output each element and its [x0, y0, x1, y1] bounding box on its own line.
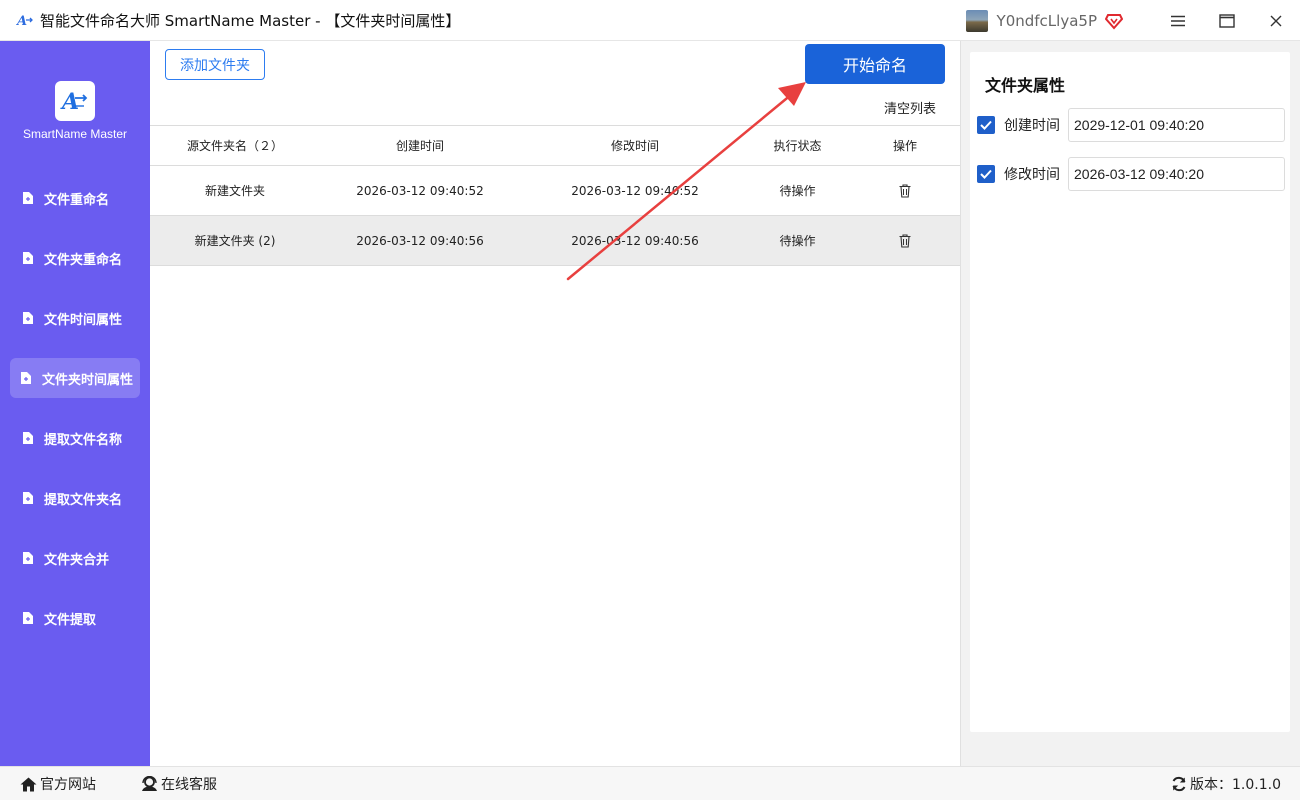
- document-icon: [21, 372, 31, 384]
- modified-time-input[interactable]: [1068, 157, 1285, 191]
- modified-time: 2026-03-12 09:40:56: [571, 233, 699, 248]
- modified-time-label: 修改时间: [1004, 167, 1060, 183]
- folder-name: 新建文件夹: [204, 184, 265, 198]
- status-text: 待操作: [779, 234, 816, 248]
- avatar[interactable]: [965, 9, 988, 32]
- sidebar-item-extract-folder-names[interactable]: 提取文件夹名: [10, 478, 140, 518]
- document-icon: [23, 432, 33, 444]
- created-time-row: 创建时间: [977, 108, 1287, 142]
- version-label: 版本：1.0.1.0: [1190, 777, 1281, 793]
- created-time-label: 创建时间: [1004, 118, 1060, 134]
- sidebar-item-label: 文件夹重命名: [44, 252, 123, 268]
- modified-time: 2026-03-12 09:40:52: [571, 183, 699, 198]
- add-folder-button[interactable]: 添加文件夹: [165, 49, 265, 80]
- refresh-icon: [1172, 776, 1186, 792]
- document-icon: [23, 612, 33, 624]
- online-support-link[interactable]: 在线客服: [141, 767, 217, 800]
- online-support-label: 在线客服: [161, 777, 217, 793]
- delete-icon[interactable]: [845, 166, 965, 215]
- sidebar-item-file-extract[interactable]: 文件提取: [10, 598, 140, 638]
- panel-title: 文件夹属性: [985, 76, 1066, 95]
- start-rename-button[interactable]: 开始命名: [805, 44, 945, 84]
- app-logo-icon: A: [55, 81, 95, 121]
- created-time-checkbox[interactable]: [977, 116, 995, 134]
- column-header-name[interactable]: 源文件夹名（２）: [150, 126, 320, 165]
- svg-text:A: A: [16, 14, 27, 29]
- document-icon: [23, 312, 33, 324]
- sidebar-item-extract-file-names[interactable]: 提取文件名称: [10, 418, 140, 458]
- column-header-modified[interactable]: 修改时间: [520, 126, 750, 165]
- sidebar-brand: SmartName Master: [22, 127, 128, 141]
- official-website-label: 官方网站: [40, 777, 96, 793]
- document-icon: [23, 492, 33, 504]
- created-time: 2026-03-12 09:40:56: [356, 233, 484, 248]
- created-time: 2026-03-12 09:40:52: [356, 183, 484, 198]
- sidebar-item-label: 文件重命名: [44, 192, 110, 208]
- sidebar-item-label: 文件提取: [44, 612, 97, 628]
- sidebar: A SmartName Master 文件重命名 文件夹重命名 文件时间属性 文…: [0, 41, 150, 766]
- maximize-icon[interactable]: [1202, 0, 1251, 41]
- sidebar-item-label: 提取文件夹名: [44, 492, 123, 508]
- svg-text:A: A: [60, 89, 79, 115]
- sidebar-item-label: 文件夹合并: [44, 552, 110, 568]
- status-text: 待操作: [779, 184, 816, 198]
- menu-icon[interactable]: [1153, 0, 1202, 41]
- column-header-status[interactable]: 执行状态: [750, 126, 845, 165]
- column-header-action[interactable]: 操作: [845, 126, 965, 165]
- sidebar-item-folder-rename[interactable]: 文件夹重命名: [10, 238, 140, 278]
- home-icon: [20, 777, 37, 791]
- document-icon: [23, 552, 33, 564]
- window-title: 智能文件命名大师 SmartName Master - 【文件夹时间属性】: [40, 11, 461, 30]
- vip-diamond-icon[interactable]: [1105, 12, 1123, 30]
- table-row[interactable]: 新建文件夹 (2) 2026-03-12 09:40:56 2026-03-12…: [150, 216, 960, 266]
- document-icon: [23, 192, 33, 204]
- table-row[interactable]: 新建文件夹 2026-03-12 09:40:52 2026-03-12 09:…: [150, 166, 960, 216]
- app-logo-icon: A: [16, 11, 34, 29]
- sidebar-item-file-rename[interactable]: 文件重命名: [10, 178, 140, 218]
- sidebar-item-folder-time[interactable]: 文件夹时间属性: [10, 358, 140, 398]
- username[interactable]: Y0ndfcLlya5P: [997, 12, 1097, 30]
- version-info[interactable]: 版本：1.0.1.0: [1171, 767, 1281, 800]
- sidebar-item-label: 文件夹时间属性: [42, 372, 134, 388]
- close-icon[interactable]: [1251, 0, 1300, 41]
- folder-name: 新建文件夹 (2): [194, 234, 276, 248]
- modified-time-row: 修改时间: [977, 157, 1287, 191]
- document-icon: [23, 252, 33, 264]
- main-content: 添加文件夹 开始命名 清空列表 源文件夹名（２） 创建时间 修改时间 执行状态 …: [150, 41, 960, 766]
- modified-time-checkbox[interactable]: [977, 165, 995, 183]
- clear-list-button[interactable]: 清空列表: [880, 98, 940, 117]
- created-time-input[interactable]: [1068, 108, 1285, 142]
- sidebar-item-label: 文件时间属性: [44, 312, 123, 328]
- title-bar: A 智能文件命名大师 SmartName Master - 【文件夹时间属性】 …: [0, 0, 1300, 41]
- support-icon: [142, 776, 157, 791]
- delete-icon[interactable]: [845, 216, 965, 265]
- folder-properties-panel: 文件夹属性 创建时间 修改时间: [970, 52, 1290, 732]
- table-header: 源文件夹名（２） 创建时间 修改时间 执行状态 操作: [150, 125, 960, 166]
- sidebar-item-label: 提取文件名称: [44, 432, 123, 448]
- sidebar-item-file-time[interactable]: 文件时间属性: [10, 298, 140, 338]
- official-website-link[interactable]: 官方网站: [20, 767, 96, 800]
- column-header-created[interactable]: 创建时间: [320, 126, 520, 165]
- status-bar: 官方网站 在线客服 版本：1.0.1.0: [0, 766, 1300, 800]
- sidebar-item-folder-merge[interactable]: 文件夹合并: [10, 538, 140, 578]
